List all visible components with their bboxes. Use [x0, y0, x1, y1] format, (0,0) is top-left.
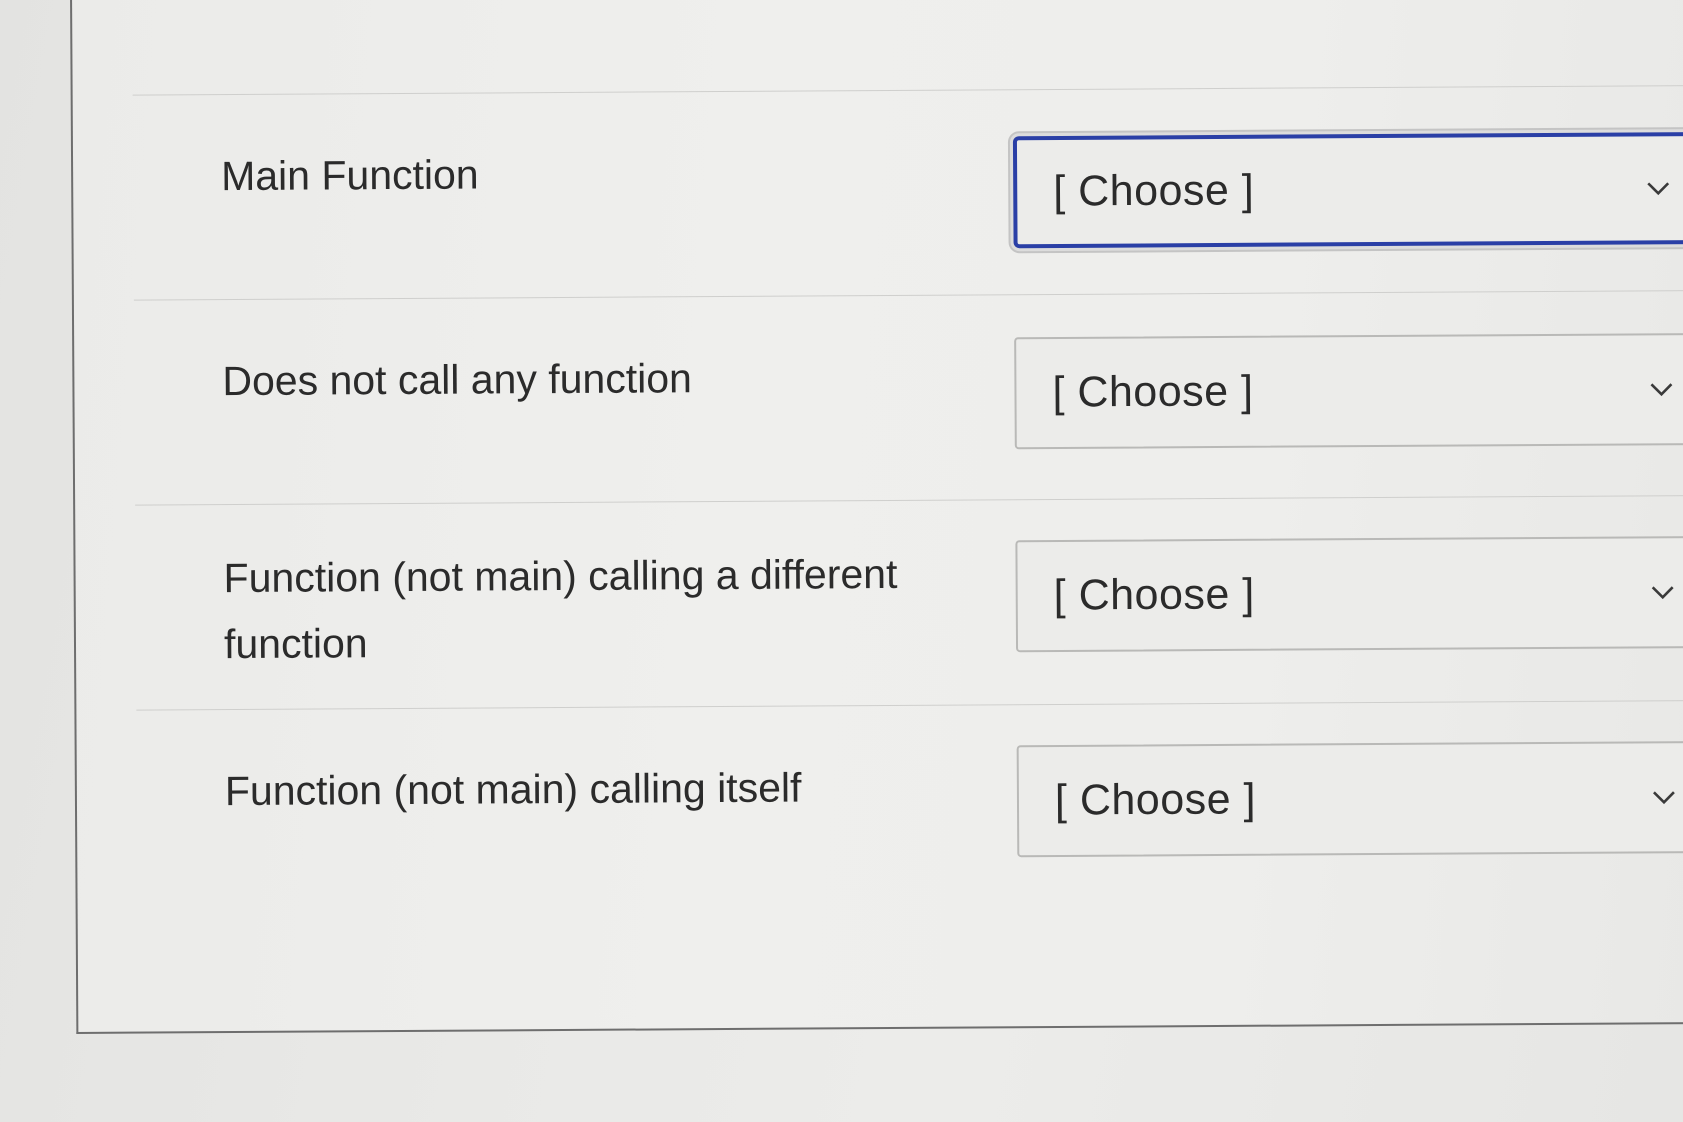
- answer-select-calls-itself[interactable]: [ Choose ]: [1016, 741, 1683, 858]
- match-row-calls-other: Function (not main) calling a different …: [135, 494, 1683, 711]
- select-value: [ Choose ]: [1052, 367, 1254, 417]
- screen-background: Main Function [ Choose ] Does not call a…: [0, 0, 1683, 1122]
- select-value: [ Choose ]: [1053, 570, 1255, 620]
- match-row-no-call: Does not call any function [ Choose ]: [133, 289, 1683, 506]
- match-prompt-label: Function (not main) calling a different …: [223, 550, 898, 668]
- answer-select-main-function[interactable]: [ Choose ]: [1012, 132, 1683, 249]
- match-prompt-label: Function (not main) calling itself: [224, 764, 802, 815]
- match-prompt-label: Main Function: [220, 151, 479, 200]
- match-row-main-function: Main Function [ Choose ]: [132, 84, 1683, 301]
- chevron-down-icon: [1651, 586, 1674, 600]
- select-value: [ Choose ]: [1053, 166, 1255, 216]
- chevron-down-icon: [1650, 383, 1673, 397]
- matching-question-panel: Main Function [ Choose ] Does not call a…: [70, 0, 1683, 1034]
- match-row-calls-itself: Function (not main) calling itself [ Cho…: [136, 699, 1683, 961]
- chevron-down-icon: [1653, 791, 1675, 805]
- match-prompt-label: Does not call any function: [222, 355, 693, 405]
- answer-select-no-call[interactable]: [ Choose ]: [1014, 333, 1683, 450]
- chevron-down-icon: [1647, 182, 1670, 196]
- select-value: [ Choose ]: [1054, 775, 1257, 825]
- answer-select-calls-other[interactable]: [ Choose ]: [1015, 536, 1683, 653]
